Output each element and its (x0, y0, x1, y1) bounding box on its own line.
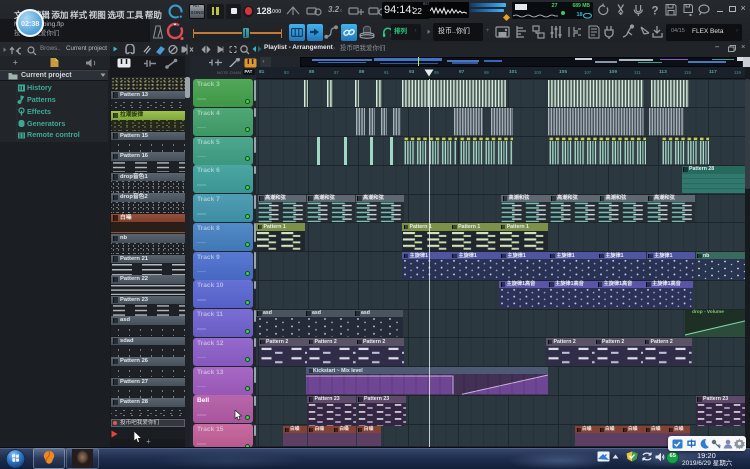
svg-text:?: ? (652, 6, 659, 18)
